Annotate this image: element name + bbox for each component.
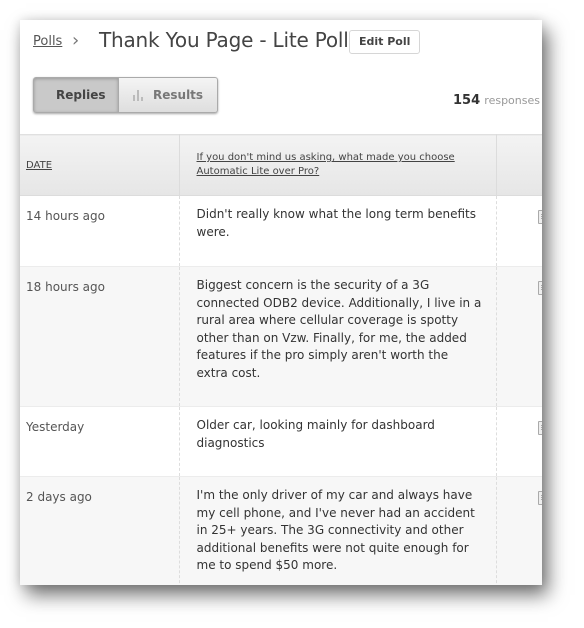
reply-text: Didn't really know what the long term be… (179, 195, 497, 267)
bar-chart-icon (133, 89, 145, 101)
poll-panel: Polls › Thank You Page - Lite Poll Edit … (20, 20, 542, 585)
document-icon[interactable] (537, 210, 542, 224)
replies-table: DATE If you don't mind us asking, what m… (20, 134, 542, 585)
reply-text: I'm the only driver of my car and always… (179, 476, 497, 585)
table-row: 14 hours ago Didn't really know what the… (20, 195, 542, 267)
document-icon[interactable] (537, 421, 542, 435)
question-column-header[interactable]: If you don't mind us asking, what made y… (179, 134, 497, 196)
page-header: Polls › Thank You Page - Lite Poll Edit … (20, 20, 542, 134)
reply-date: Yesterday (20, 406, 180, 477)
edit-poll-button[interactable]: Edit Poll (349, 30, 421, 54)
date-sort-link[interactable]: DATE (26, 160, 52, 171)
table-row: 18 hours ago Biggest concern is the secu… (20, 266, 542, 407)
reply-text: Biggest concern is the security of a 3G … (179, 266, 497, 407)
replies-tab-label: Replies (56, 88, 106, 102)
actions-column-header (496, 134, 542, 196)
reply-date: 14 hours ago (20, 195, 180, 267)
table-row: Yesterday Older car, looking mainly for … (20, 406, 542, 477)
view-toggle: Replies Results (33, 77, 219, 113)
reply-date: 18 hours ago (20, 266, 180, 407)
table-row: 2 days ago I'm the only driver of my car… (20, 476, 542, 585)
response-count-label: responses (484, 94, 540, 107)
response-count: 154 responses (453, 93, 540, 108)
table-header-row: DATE If you don't mind us asking, what m… (20, 134, 542, 196)
page-title: Thank You Page - Lite Poll (99, 28, 349, 52)
results-tab[interactable]: Results (119, 77, 219, 113)
reply-date: 2 days ago (20, 476, 180, 585)
breadcrumb-polls-link[interactable]: Polls (33, 34, 62, 49)
response-count-number: 154 (453, 93, 481, 108)
results-tab-label: Results (153, 88, 204, 102)
document-icon[interactable] (537, 281, 542, 295)
chevron-right-icon: › (72, 30, 80, 51)
question-sort-link[interactable]: If you don't mind us asking, what made y… (197, 152, 455, 177)
document-icon[interactable] (537, 491, 542, 505)
replies-tab[interactable]: Replies (33, 77, 119, 113)
reply-text: Older car, looking mainly for dashboard … (179, 406, 497, 477)
date-column-header[interactable]: DATE (20, 134, 180, 196)
